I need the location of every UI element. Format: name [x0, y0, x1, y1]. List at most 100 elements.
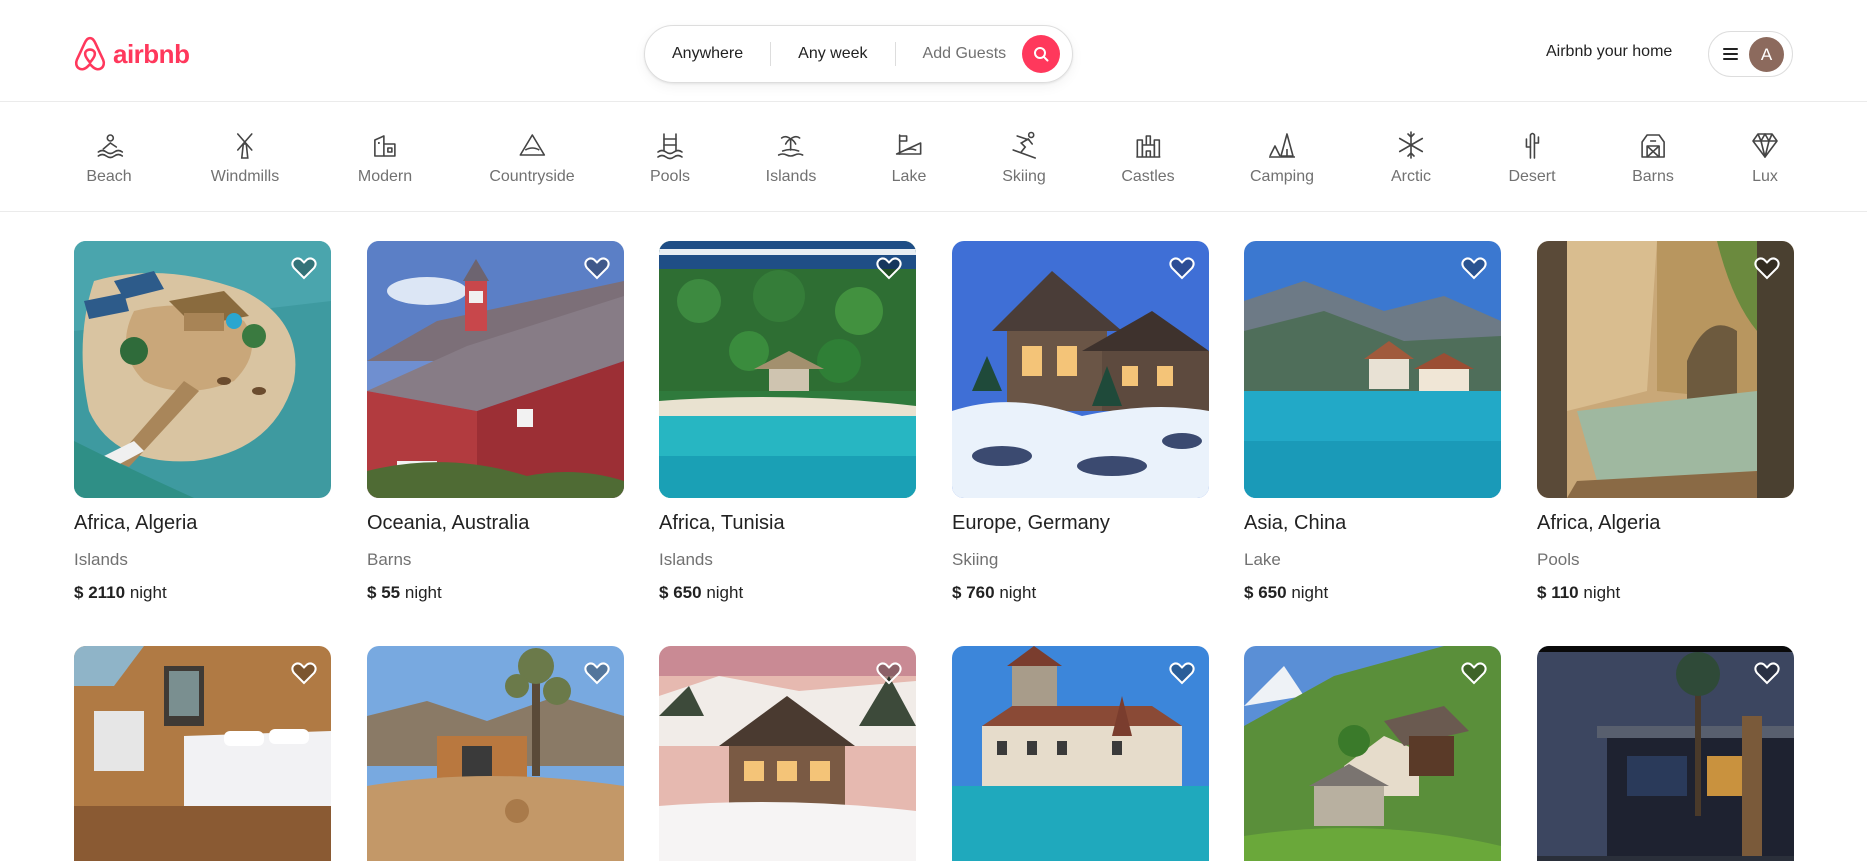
- search-guests[interactable]: Add Guests: [896, 42, 1021, 66]
- search-bar[interactable]: Anywhere Any week Add Guests: [644, 25, 1073, 83]
- category-lake[interactable]: Lake: [891, 130, 927, 186]
- listing-card[interactable]: [659, 646, 916, 861]
- listing-card[interactable]: Europe, Germany Skiing $ 760 night: [952, 241, 1209, 603]
- listing-location: Africa, Algeria: [1537, 512, 1661, 534]
- alpine-cottage-photo[interactable]: [1244, 646, 1501, 861]
- currency: $: [367, 583, 377, 602]
- category-label: Islands: [765, 168, 817, 185]
- windmill-icon: [237, 133, 253, 159]
- beach-icon: [97, 134, 123, 159]
- listing-card[interactable]: Oceania, Australia Barns $ 55 night: [367, 241, 624, 603]
- listing-card[interactable]: [952, 646, 1209, 861]
- category-countryside[interactable]: Countryside: [489, 130, 575, 186]
- category-label: Castles: [1121, 168, 1175, 185]
- airbnb-logo[interactable]: airbnb: [73, 36, 190, 72]
- user-menu-button[interactable]: A: [1708, 31, 1793, 77]
- price-value: 650: [1258, 583, 1287, 602]
- mountain-lodge-photo[interactable]: [659, 646, 916, 861]
- price-unit: night: [404, 583, 442, 602]
- snowy-chalet-photo[interactable]: [952, 241, 1209, 498]
- search-when[interactable]: Any week: [771, 42, 894, 66]
- category-islands[interactable]: Islands: [765, 130, 817, 186]
- heart-icon[interactable]: [1753, 659, 1781, 687]
- currency: $: [952, 583, 962, 602]
- currency: $: [659, 583, 669, 602]
- category-barns[interactable]: Barns: [1632, 130, 1674, 186]
- price-unit: night: [706, 583, 744, 602]
- listing-card[interactable]: Africa, Algeria Islands $ 2110 night: [74, 241, 331, 603]
- island-icon: [778, 135, 804, 157]
- heart-icon[interactable]: [1460, 254, 1488, 282]
- skiing-icon: [1012, 131, 1036, 159]
- category-skiing[interactable]: Skiing: [1002, 130, 1046, 186]
- category-modern[interactable]: Modern: [358, 130, 412, 186]
- category-beach[interactable]: Beach: [86, 130, 132, 186]
- heart-icon[interactable]: [1168, 254, 1196, 282]
- category-label: Modern: [357, 168, 413, 185]
- listing-price: $ 2110 night: [74, 583, 331, 603]
- currency: $: [74, 583, 84, 602]
- heart-icon[interactable]: [290, 254, 318, 282]
- barn-icon: [1641, 134, 1665, 158]
- desert-house-photo[interactable]: [367, 646, 624, 861]
- pool-icon: [657, 133, 683, 160]
- search-where[interactable]: Anywhere: [645, 42, 770, 66]
- cabin-bedroom-photo[interactable]: [74, 646, 331, 861]
- heart-icon[interactable]: [875, 254, 903, 282]
- top-header: airbnb Anywhere Any week Add Guests Airb…: [0, 0, 1867, 102]
- category-desert[interactable]: Desert: [1508, 130, 1556, 186]
- category-castles[interactable]: Castles: [1121, 130, 1175, 186]
- price-unit: night: [129, 583, 167, 602]
- listing-card[interactable]: Africa, Algeria Pools $ 110 night: [1537, 241, 1794, 603]
- heart-icon[interactable]: [290, 659, 318, 687]
- category-label: Windmills: [210, 168, 280, 185]
- category-label: Barns: [1632, 168, 1674, 185]
- search-button[interactable]: [1022, 35, 1061, 73]
- price-value: 760: [966, 583, 995, 602]
- heart-icon[interactable]: [1753, 254, 1781, 282]
- lakeside-castle-photo[interactable]: [952, 646, 1209, 861]
- island-resort-photo[interactable]: [74, 241, 331, 498]
- listing-card[interactable]: [74, 646, 331, 861]
- category-label: Camping: [1249, 168, 1315, 185]
- stone-pool-photo[interactable]: [1537, 241, 1794, 498]
- search-icon: [1034, 47, 1049, 62]
- listing-card[interactable]: [1244, 646, 1501, 861]
- brand-name: airbnb: [113, 39, 190, 69]
- lake-village-photo[interactable]: [1244, 241, 1501, 498]
- category-label: Desert: [1508, 168, 1556, 185]
- category-lux[interactable]: Lux: [1750, 130, 1780, 186]
- price-value: 2110: [88, 583, 126, 602]
- red-barn-photo[interactable]: [367, 241, 624, 498]
- category-arctic[interactable]: Arctic: [1391, 130, 1431, 186]
- snowflake-icon: [1398, 131, 1424, 159]
- listing-card[interactable]: Asia, China Lake $ 650 night: [1244, 241, 1501, 603]
- category-pools[interactable]: Pools: [650, 130, 690, 186]
- listing-location: Africa, Tunisia: [659, 512, 785, 534]
- heart-icon[interactable]: [1460, 659, 1488, 687]
- heart-icon[interactable]: [875, 659, 903, 687]
- heart-icon[interactable]: [583, 254, 611, 282]
- modern-villa-photo[interactable]: [1537, 646, 1794, 861]
- heart-icon[interactable]: [583, 659, 611, 687]
- listing-location: Asia, China: [1244, 512, 1347, 534]
- listing-price: $ 650 night: [659, 583, 916, 603]
- listing-category: Lake: [1244, 550, 1281, 569]
- category-label: Lake: [891, 168, 927, 185]
- listing-category: Islands: [74, 550, 128, 569]
- tropical-island-photo[interactable]: [659, 241, 916, 498]
- category-windmills[interactable]: Windmills: [211, 130, 279, 186]
- category-label: Beach: [86, 168, 132, 185]
- listing-location: Europe, Germany: [952, 512, 1110, 534]
- price-unit: night: [999, 583, 1037, 602]
- currency: $: [1537, 583, 1547, 602]
- category-camping[interactable]: Camping: [1250, 130, 1314, 186]
- host-link[interactable]: Airbnb your home: [1546, 43, 1672, 61]
- listing-card[interactable]: [1537, 646, 1794, 861]
- category-label: Arctic: [1391, 168, 1431, 185]
- listing-card[interactable]: [367, 646, 624, 861]
- listing-price: $ 110 night: [1537, 583, 1794, 603]
- listing-card[interactable]: Africa, Tunisia Islands $ 650 night: [659, 241, 916, 603]
- heart-icon[interactable]: [1168, 659, 1196, 687]
- price-value: 110: [1551, 583, 1579, 602]
